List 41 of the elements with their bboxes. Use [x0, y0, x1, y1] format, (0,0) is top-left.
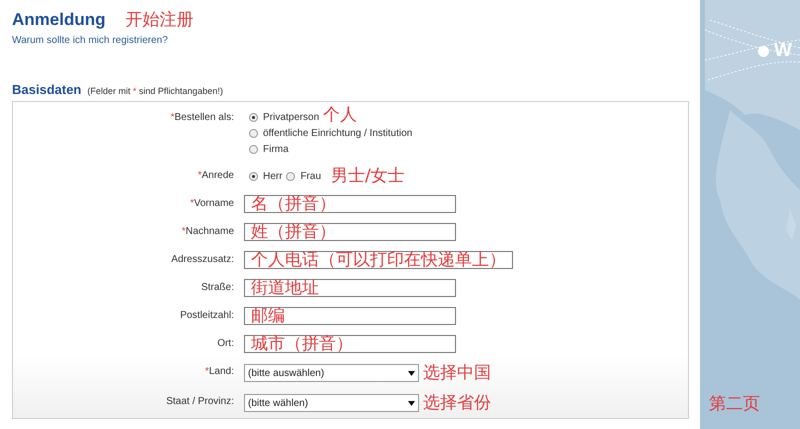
field-label: Adresszusatz:: [170, 253, 234, 267]
registration-info-link[interactable]: Warum sollte ich mich registrieren?: [12, 35, 168, 46]
field-label: Postleitzahl:: [179, 309, 234, 323]
text-input[interactable]: 城市（拼音）: [244, 335, 456, 353]
radio-button[interactable]: [249, 128, 258, 138]
field-label: *Nachname: [180, 225, 234, 239]
text-input[interactable]: 个人电话（可以打印在快递单上）: [244, 251, 513, 269]
field-label: *Anrede: [196, 169, 234, 183]
radio-button[interactable]: [249, 112, 258, 122]
radio-button[interactable]: [286, 172, 296, 180]
radio-button[interactable]: [249, 172, 258, 180]
section-title: Basisdaten: [12, 82, 82, 97]
annotation: 选择中国: [423, 363, 491, 383]
required-fields-note: (Felder mit * sind Pflichtangaben!): [87, 86, 223, 96]
radio-option[interactable]: Frau: [286, 168, 322, 184]
annotation: 选择省份: [423, 393, 491, 413]
radio-option[interactable]: Herr: [249, 168, 282, 184]
annotation: 个人: [323, 105, 358, 125]
text-input[interactable]: 名（拼音）: [244, 195, 456, 213]
text-input[interactable]: 街道地址: [244, 279, 456, 297]
radio-option[interactable]: öffentliche Einrichtung / Institution: [249, 125, 412, 141]
annotation: 开始注册: [126, 10, 194, 30]
page-title: Anmeldung: [12, 10, 106, 30]
field-label: *Land:: [204, 365, 234, 379]
dropdown[interactable]: (bitte auswählen): [244, 364, 419, 382]
field-label: Straße:: [200, 281, 234, 295]
annotation: 男士/女士: [331, 166, 405, 186]
field-label: Staat / Provinz:: [165, 395, 234, 409]
field-label: *Vorname: [189, 197, 234, 211]
text-input[interactable]: 姓（拼音）: [244, 223, 456, 241]
field-label: Ort:: [216, 337, 234, 351]
radio-option[interactable]: Privatperson: [249, 109, 320, 125]
caret-icon: [408, 370, 415, 376]
caret-icon: [408, 400, 415, 406]
field-label: *Bestellen als:: [170, 111, 234, 125]
annotation: 第二页: [709, 394, 760, 414]
map-label: W: [774, 40, 792, 62]
radio-button[interactable]: [249, 144, 258, 154]
text-input[interactable]: 邮编: [244, 307, 456, 325]
dropdown[interactable]: (bitte wählen): [244, 394, 419, 412]
radio-option[interactable]: Firma: [249, 141, 289, 157]
